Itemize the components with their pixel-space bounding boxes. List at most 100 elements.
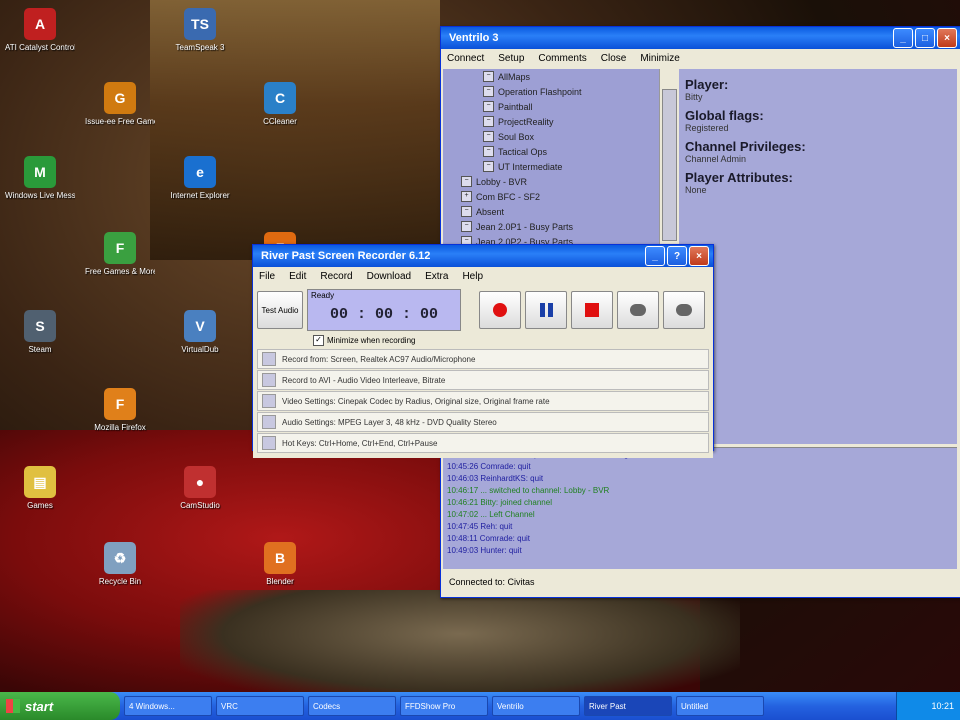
- expand-toggle-icon[interactable]: −: [483, 116, 494, 127]
- desktop-icon-glyph: B: [264, 542, 296, 574]
- pause-button[interactable]: [525, 291, 567, 329]
- wallpaper-rock: [180, 590, 740, 700]
- expand-toggle-icon[interactable]: −: [483, 101, 494, 112]
- channel-tree-item[interactable]: − ProjectReality: [443, 114, 661, 129]
- channel-tree-item[interactable]: − Jean 2.0P1 - Busy Parts: [443, 219, 661, 234]
- channel-tree-item[interactable]: − Absent: [443, 204, 661, 219]
- scrollbar-thumb[interactable]: [662, 89, 677, 241]
- record-button[interactable]: [479, 291, 521, 329]
- channel-tree-item[interactable]: − UT Intermediate: [443, 159, 661, 174]
- recorder-window[interactable]: River Past Screen Recorder 6.12 _ ? × Fi…: [252, 244, 714, 458]
- minimize-checkbox[interactable]: ✓: [313, 335, 324, 346]
- desktop-icon[interactable]: G Issue-ee Free Games: [85, 82, 155, 126]
- expand-toggle-icon[interactable]: −: [461, 176, 472, 187]
- desktop-icon-glyph: M: [24, 156, 56, 188]
- channel-tree-item[interactable]: − Soul Box: [443, 129, 661, 144]
- ventrilo-menu-item[interactable]: Minimize: [640, 53, 679, 64]
- recorder-menu-item[interactable]: File: [259, 271, 275, 282]
- info-value: Channel Admin: [685, 154, 747, 164]
- desktop-icon[interactable]: C CCleaner: [245, 82, 315, 126]
- channel-tree-item[interactable]: − Operation Flashpoint: [443, 84, 661, 99]
- taskbar-item[interactable]: 4 Windows...: [124, 696, 212, 716]
- expand-toggle-icon[interactable]: −: [483, 161, 494, 172]
- desktop-icon[interactable]: TS TeamSpeak 3: [165, 8, 235, 52]
- test-audio-label: Test Audio: [261, 305, 299, 315]
- expand-toggle-icon[interactable]: −: [483, 86, 494, 97]
- desktop-icon-label: Issue-ee Free Games: [85, 117, 155, 126]
- clock: 10:21: [931, 701, 954, 711]
- help-button[interactable]: ?: [667, 246, 687, 266]
- desktop-icon[interactable]: M Windows Live Messenger: [5, 156, 75, 200]
- minimize-button[interactable]: _: [645, 246, 665, 266]
- close-button[interactable]: ×: [689, 246, 709, 266]
- desktop-icon[interactable]: F Mozilla Firefox: [85, 388, 155, 432]
- channel-tree-item[interactable]: − Tactical Ops: [443, 144, 661, 159]
- setting-text: Record from: Screen, Realtek AC97 Audio/…: [282, 354, 476, 364]
- ventrilo-menu-item[interactable]: Close: [601, 53, 627, 64]
- recorder-setting-row[interactable]: Video Settings: Cinepak Codec by Radius,…: [257, 391, 709, 411]
- ventrilo-menu-item[interactable]: Connect: [447, 53, 484, 64]
- recorder-menu-item[interactable]: Record: [320, 271, 352, 282]
- system-tray: 10:21: [896, 692, 960, 720]
- test-audio-button[interactable]: Test Audio: [257, 291, 303, 329]
- info-heading: Global flags:: [685, 108, 764, 123]
- chat-log[interactable]: *** Welcome! Please respect our channel …: [443, 447, 957, 569]
- channel-tree-item[interactable]: + Com BFC - SF2: [443, 189, 661, 204]
- taskbar-item[interactable]: River Past: [584, 696, 672, 716]
- desktop-icon-glyph: V: [184, 310, 216, 342]
- recorder-setting-row[interactable]: Hot Keys: Ctrl+Home, Ctrl+End, Ctrl+Paus…: [257, 433, 709, 453]
- desktop-icon-label: CamStudio: [180, 501, 220, 510]
- info-value: Bitty: [685, 92, 703, 102]
- recorder-menu-item[interactable]: Extra: [425, 271, 448, 282]
- ventrilo-title: Ventrilo 3: [449, 32, 499, 44]
- desktop-icon[interactable]: ♻ Recycle Bin: [85, 542, 155, 586]
- desktop-icon[interactable]: B Blender: [245, 542, 315, 586]
- desktop-icon-label: Steam: [28, 345, 52, 354]
- expand-toggle-icon[interactable]: −: [483, 71, 494, 82]
- recorder-titlebar[interactable]: River Past Screen Recorder 6.12 _ ? ×: [253, 245, 713, 267]
- minimize-option[interactable]: ✓ Minimize when recording: [313, 335, 709, 346]
- taskbar-item[interactable]: VRC: [216, 696, 304, 716]
- desktop-icon[interactable]: S Steam: [5, 310, 75, 354]
- recorder-menu-item[interactable]: Edit: [289, 271, 306, 282]
- expand-toggle-icon[interactable]: +: [461, 191, 472, 202]
- expand-toggle-icon[interactable]: −: [461, 221, 472, 232]
- stop-button[interactable]: [571, 291, 613, 329]
- recorder-setting-row[interactable]: Audio Settings: MPEG Layer 3, 48 kHz - D…: [257, 412, 709, 432]
- ventrilo-titlebar[interactable]: Ventrilo 3 _ □ ×: [441, 27, 960, 49]
- setting-icon: [262, 436, 276, 450]
- setting-text: Audio Settings: MPEG Layer 3, 48 kHz - D…: [282, 417, 497, 427]
- channel-tree-item[interactable]: − AllMaps: [443, 69, 661, 84]
- info-heading: Player:: [685, 77, 729, 92]
- setting-text: Video Settings: Cinepak Codec by Radius,…: [282, 396, 550, 406]
- close-button[interactable]: ×: [937, 28, 957, 48]
- desktop-icon[interactable]: ▤ Games: [5, 466, 75, 510]
- taskbar-item[interactable]: Untitled: [676, 696, 764, 716]
- minimize-button[interactable]: _: [893, 28, 913, 48]
- options-button[interactable]: [663, 291, 705, 329]
- expand-toggle-icon[interactable]: −: [483, 131, 494, 142]
- recorder-setting-row[interactable]: Record to AVI - Audio Video Interleave, …: [257, 370, 709, 390]
- desktop-icon[interactable]: V VirtualDub: [165, 310, 235, 354]
- channel-tree-item[interactable]: − Lobby - BVR: [443, 174, 661, 189]
- desktop-icon[interactable]: ● CamStudio: [165, 466, 235, 510]
- ventrilo-menu-item[interactable]: Setup: [498, 53, 524, 64]
- settings-button[interactable]: [617, 291, 659, 329]
- taskbar-item[interactable]: Ventrilo: [492, 696, 580, 716]
- start-button[interactable]: start: [0, 692, 120, 720]
- recorder-menu-item[interactable]: Download: [367, 271, 411, 282]
- expand-toggle-icon[interactable]: −: [483, 146, 494, 157]
- desktop-icon[interactable]: A ATI Catalyst Control Center: [5, 8, 75, 52]
- pause-icon: [539, 303, 553, 317]
- maximize-button[interactable]: □: [915, 28, 935, 48]
- taskbar-item[interactable]: FFDShow Pro: [400, 696, 488, 716]
- channel-name: AllMaps: [498, 71, 531, 82]
- desktop-icon[interactable]: F Free Games & More: [85, 232, 155, 276]
- channel-tree-item[interactable]: − Paintball: [443, 99, 661, 114]
- expand-toggle-icon[interactable]: −: [461, 206, 472, 217]
- recorder-menu-item[interactable]: Help: [462, 271, 483, 282]
- taskbar-item[interactable]: Codecs: [308, 696, 396, 716]
- desktop-icon[interactable]: e Internet Explorer: [165, 156, 235, 200]
- ventrilo-menu-item[interactable]: Comments: [538, 53, 586, 64]
- recorder-setting-row[interactable]: Record from: Screen, Realtek AC97 Audio/…: [257, 349, 709, 369]
